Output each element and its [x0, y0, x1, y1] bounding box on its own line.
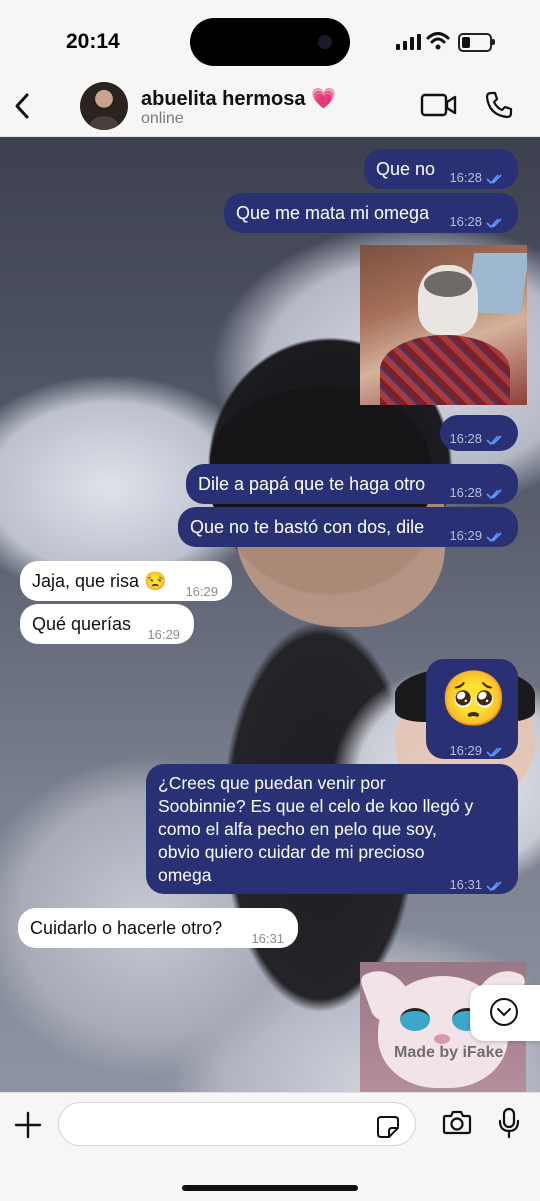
message-line: como el alfa pecho en pelo que soy,: [158, 819, 437, 839]
cat-nose: [434, 1034, 450, 1044]
read-ticks-icon: [486, 217, 502, 228]
camera-icon[interactable]: [442, 1109, 472, 1135]
message-bubble[interactable]: Cuidarlo o hacerle otro? 16:31: [18, 908, 298, 948]
plaid-blanket: [380, 335, 510, 405]
status-bar: 20:14: [0, 0, 540, 80]
message-bubble[interactable]: Que me mata mi omega 16:28: [224, 193, 518, 233]
message-time: 16:29: [185, 584, 218, 599]
signal-icon: [396, 34, 421, 50]
kitten: [418, 265, 478, 335]
message-text: Qué querías: [32, 614, 132, 634]
chevron-down-icon: [497, 1008, 511, 1017]
message-text: Dile a papá que te haga otro: [198, 474, 426, 494]
read-ticks-icon: [486, 746, 502, 757]
message-text: Cuidarlo o hacerle otro?: [30, 918, 223, 938]
message-bubble[interactable]: Dile a papá que te haga otro 16:28: [186, 464, 518, 504]
contact-avatar[interactable]: [80, 82, 128, 130]
message-bubble[interactable]: Jaja, que risa 😒 16:29: [20, 561, 232, 601]
message-bubble[interactable]: Que no te bastó con dos, dile 16:29: [178, 507, 518, 547]
message-time: 16:29: [147, 627, 180, 642]
composer-bar: [0, 1092, 540, 1201]
photo-caption-bubble[interactable]: 16:28: [440, 415, 518, 451]
message-line: ¿Crees que puedan venir por: [158, 773, 386, 793]
camera-dot: [318, 35, 332, 49]
plus-icon[interactable]: [14, 1111, 42, 1139]
cat-eye: [400, 1008, 430, 1031]
phone-icon[interactable]: [484, 90, 514, 120]
message-time: 16:28: [449, 170, 482, 185]
message-time: 16:31: [251, 931, 284, 946]
read-ticks-icon: [486, 880, 502, 891]
message-bubble[interactable]: Qué querías 16:29: [20, 604, 194, 644]
message-time: 16:29: [449, 528, 482, 543]
message-input[interactable]: [58, 1102, 416, 1146]
emoji-pleading-face: 🥺: [440, 669, 508, 729]
message-text: Que no: [376, 159, 436, 179]
contact-name[interactable]: abuelita hermosa 💗: [141, 86, 336, 111]
microphone-icon[interactable]: [498, 1107, 520, 1139]
message-time: 16:31: [449, 877, 482, 892]
watermark-text: Made by iFake: [394, 1044, 504, 1061]
message-bubble[interactable]: Que no 16:28: [364, 149, 518, 189]
message-bubble[interactable]: ¿Crees que puedan venir por Soobinnie? E…: [146, 764, 518, 894]
message-text: Jaja, que risa 😒: [32, 571, 167, 591]
status-time: 20:14: [66, 30, 120, 53]
video-call-icon[interactable]: [420, 92, 458, 118]
message-time: 16:28: [449, 431, 482, 446]
chat-header: abuelita hermosa 💗 online: [0, 80, 540, 137]
message-text: Que me mata mi omega: [236, 203, 430, 223]
cat-photo-message[interactable]: [360, 245, 527, 405]
read-ticks-icon: [486, 173, 502, 184]
message-line: obvio quiero cuidar de mi precioso: [158, 842, 425, 862]
read-ticks-icon: [486, 434, 502, 445]
battery-tip: [492, 39, 495, 45]
contact-status: online: [141, 110, 184, 127]
emoji-message-bubble[interactable]: 🥺 16:29: [426, 659, 518, 759]
home-indicator: [182, 1185, 358, 1191]
battery-icon: [458, 33, 492, 52]
message-time: 16:28: [449, 214, 482, 229]
dynamic-island: [190, 18, 350, 66]
read-ticks-icon: [486, 531, 502, 542]
sticker-icon[interactable]: [376, 1115, 400, 1139]
message-text: Que no te bastó con dos, dile: [190, 517, 425, 537]
back-arrow-icon[interactable]: [10, 90, 34, 122]
read-ticks-icon: [486, 488, 502, 499]
wifi-icon: [426, 32, 450, 50]
message-time: 16:29: [449, 743, 482, 758]
scroll-to-bottom-button[interactable]: [470, 985, 540, 1041]
message-line: Soobinnie? Es que el celo de koo llegó y: [158, 796, 474, 816]
message-time: 16:28: [449, 485, 482, 500]
